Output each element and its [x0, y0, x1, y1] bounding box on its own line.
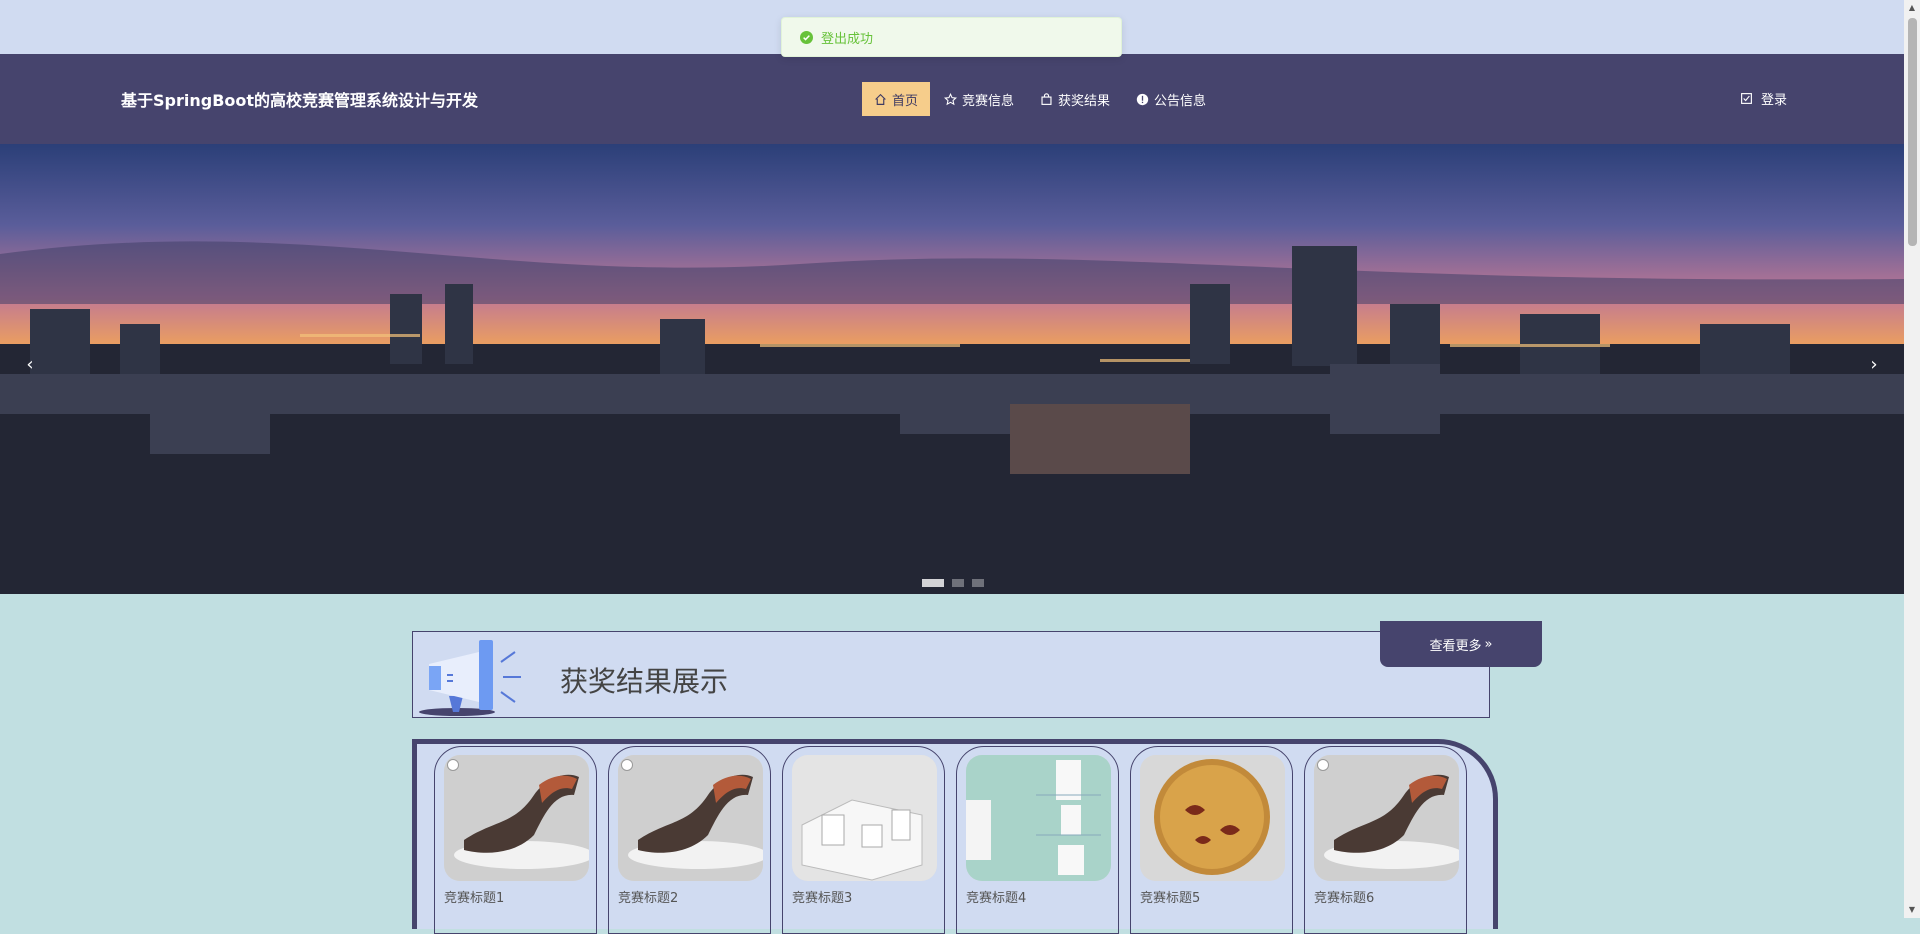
checkbox-icon	[1741, 93, 1752, 104]
star-icon	[944, 92, 958, 105]
nav-home-label: 首页	[892, 93, 919, 109]
info-icon	[1136, 93, 1149, 105]
carousel-next-arrow[interactable]: ›	[1862, 354, 1886, 378]
site-header: 基于SpringBoot的高校竞赛管理系统设计与开发 首页 竞赛信息 获奖结果 …	[0, 54, 1904, 144]
carousel-indicators	[922, 579, 984, 587]
award-card[interactable]: 竞赛标题3	[782, 746, 945, 934]
lounge-chair-image	[1314, 755, 1459, 881]
card-badge	[1317, 759, 1329, 771]
nav-home[interactable]: 首页	[862, 82, 931, 116]
award-card-title: 竞赛标题1	[444, 891, 505, 906]
carousel-dot[interactable]	[922, 579, 944, 587]
award-card[interactable]: 竞赛标题6	[1304, 746, 1467, 934]
scroll-up-arrow-icon[interactable]: ▲	[1904, 0, 1920, 16]
award-card-title: 竞赛标题2	[618, 891, 679, 906]
nav-competitions[interactable]: 竞赛信息	[932, 82, 1026, 116]
award-card-title: 竞赛标题5	[1140, 891, 1201, 906]
view-more-label: 查看更多	[1429, 638, 1482, 654]
award-card[interactable]: 竞赛标题1	[434, 746, 597, 934]
card-badge	[621, 759, 633, 771]
bag-icon	[1041, 92, 1052, 105]
award-card-title: 竞赛标题3	[792, 891, 853, 906]
award-card-title: 竞赛标题6	[1314, 891, 1375, 906]
card-badge	[447, 759, 459, 771]
check-circle-icon	[800, 30, 813, 44]
logout-success-toast: 登出成功	[781, 17, 1122, 57]
lounge-chair-image	[444, 755, 589, 881]
hero-carousel[interactable]: ‹ ›	[0, 144, 1904, 594]
nav-competitions-label: 竞赛信息	[962, 93, 1015, 109]
login-link[interactable]: 登录	[1740, 89, 1787, 108]
double-chevron-icon: »	[1484, 636, 1493, 652]
bamboo-plate-image	[1140, 755, 1285, 881]
carousel-dot[interactable]	[952, 579, 964, 587]
city-skyline-image	[0, 241, 1904, 594]
scrollbar-thumb[interactable]	[1908, 18, 1917, 246]
toast-message: 登出成功	[821, 31, 874, 47]
main-nav: 首页 竞赛信息 获奖结果 公告信息	[862, 82, 1218, 116]
award-card[interactable]: 竞赛标题2	[608, 746, 771, 934]
award-card[interactable]: 竞赛标题5	[1130, 746, 1293, 934]
awards-section-header: 获奖结果展示	[412, 631, 1490, 718]
bathroom-fixtures-image	[966, 755, 1111, 881]
scroll-down-arrow-icon[interactable]: ▼	[1904, 902, 1920, 918]
award-card-title: 竞赛标题4	[966, 891, 1027, 906]
nav-awards-label: 获奖结果	[1058, 93, 1111, 109]
lounge-chair-image	[618, 755, 763, 881]
nav-awards[interactable]: 获奖结果	[1028, 82, 1122, 116]
awards-list: 竞赛标题1 竞赛标题2 竞赛标题3 竞赛标题4 竞赛标题5 竞赛标题6	[412, 739, 1498, 934]
login-label: 登录	[1761, 93, 1788, 108]
site-title: 基于SpringBoot的高校竞赛管理系统设计与开发	[121, 91, 479, 110]
carousel-prev-arrow[interactable]: ‹	[18, 354, 42, 378]
nav-announcements[interactable]: 公告信息	[1124, 82, 1218, 116]
award-card[interactable]: 竞赛标题4	[956, 746, 1119, 934]
nav-announcements-label: 公告信息	[1154, 93, 1207, 109]
architecture-model-image	[792, 755, 937, 881]
section-title: 获奖结果展示	[560, 665, 729, 698]
carousel-dot[interactable]	[972, 579, 984, 587]
view-more-button[interactable]: 查看更多 »	[1380, 621, 1542, 667]
home-icon	[875, 93, 886, 105]
megaphone-icon	[419, 640, 521, 716]
